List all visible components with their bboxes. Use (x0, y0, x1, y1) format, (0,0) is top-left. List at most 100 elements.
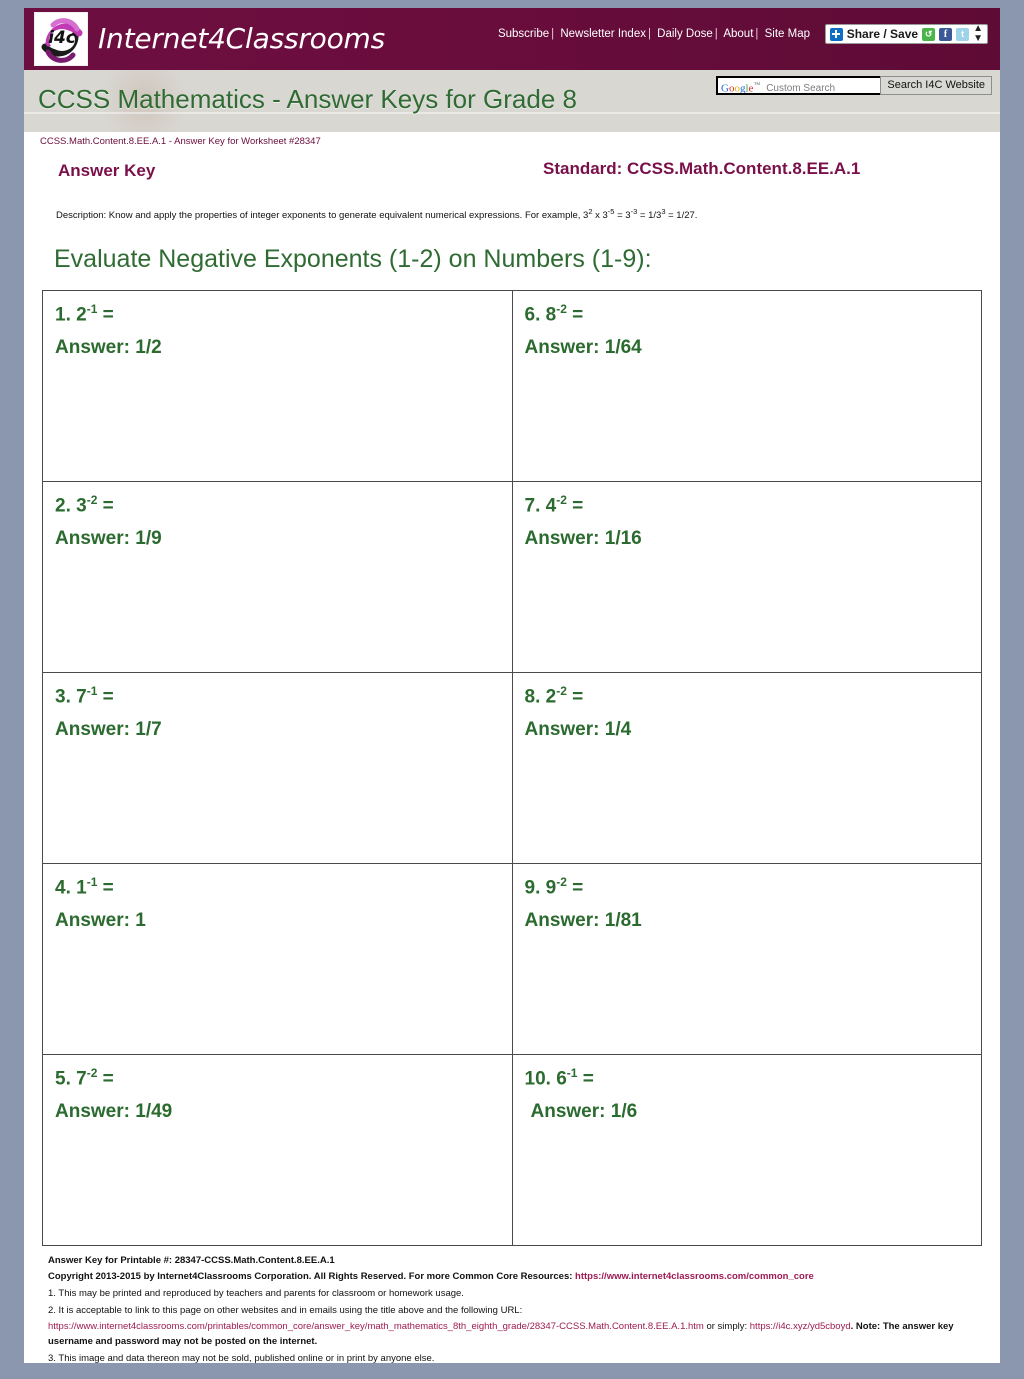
brand-name: Internet4Classrooms (98, 22, 385, 55)
worksheet-title: Evaluate Negative Exponents (1-2) on Num… (54, 244, 652, 273)
problem-exponent: -2 (556, 301, 567, 316)
answer-value: 1/9 (135, 527, 162, 549)
answer-key-header-row: Answer Key Standard: CCSS.Math.Content.8… (38, 153, 986, 193)
page-root: i4c Internet4Classrooms Subscribe | Newsl… (0, 0, 1024, 1379)
footer-note-2-detail: https://www.internet4classrooms.com/prin… (48, 1320, 982, 1349)
problem-base: 8 (545, 303, 557, 325)
share-save-widget[interactable]: Share / Save ↺ f t ▲ ▼ (824, 24, 988, 44)
plus-square-icon (829, 27, 843, 41)
problem-answer: Answer: 1/7 (55, 718, 512, 741)
problem-question: 9. 9-2 = (524, 874, 982, 899)
problem-equals: = (102, 876, 114, 898)
description-mid-1: x 3 (592, 210, 608, 222)
nav-separator: | (551, 28, 555, 40)
table-row: 5. 7-2 = Answer: 1/49 10. 6-1 = Answer: … (42, 1053, 982, 1246)
answer-label: Answer: (55, 909, 130, 931)
standard-description: Description: Know and apply the properti… (38, 193, 986, 223)
problem-cell-10: 10. 6-1 = Answer: 1/6 (511, 1053, 982, 1246)
problem-exponent: -2 (556, 492, 567, 507)
answer-label: Answer: (55, 718, 130, 740)
answer-value: 1/64 (604, 336, 642, 358)
site-header: i4c Internet4Classrooms Subscribe | Newsl… (24, 8, 1000, 70)
problem-answer: Answer: 1/2 (55, 336, 512, 359)
problem-exponent: -2 (556, 683, 567, 698)
problem-answer: Answer: 1/4 (524, 718, 982, 741)
answer-label: Answer: (524, 718, 600, 740)
answer-label: Answer: (55, 1100, 130, 1122)
answer-value: 1/2 (135, 336, 162, 358)
document-content: CCSS.Math.Content.8.EE.A.1 - Answer Key … (24, 132, 1000, 1363)
problem-exponent: -2 (86, 492, 98, 507)
nav-link-about[interactable]: About (723, 28, 753, 40)
logo-text: i4c (48, 28, 76, 48)
twitter-icon[interactable]: t (956, 27, 970, 41)
footer-note-1: 1. This may be printed and reproduced by… (48, 1287, 464, 1299)
problem-answer: Answer: 1 (55, 909, 512, 932)
table-row: 4. 1-1 = Answer: 1 9. 9-2 = Answer: 1/81 (42, 862, 982, 1055)
problem-equals: = (102, 303, 114, 325)
nav-separator: | (755, 28, 759, 40)
nav-link-site-map[interactable]: Site Map (765, 28, 810, 40)
standard-label: Standard: CCSS.Math.Content.8.EE.A.1 (543, 159, 861, 178)
problem-number: 5. (55, 1067, 71, 1089)
problem-equals: = (572, 303, 584, 325)
problem-question: 8. 2-2 = (524, 683, 982, 708)
facebook-icon[interactable]: f (939, 27, 953, 41)
footer-note-3: 3. This image and data thereon may not b… (48, 1352, 435, 1363)
problem-question: 2. 3-2 = (55, 492, 512, 517)
answer-value: 1 (135, 909, 146, 931)
problem-answer: Answer: 1/49 (55, 1100, 512, 1123)
i4c-logo[interactable]: i4c (34, 12, 88, 66)
problem-exponent: -1 (86, 301, 98, 316)
problem-answer: Answer: 1/6 (525, 1101, 982, 1123)
problem-equals: = (102, 685, 114, 707)
description-mid-2: = 3 (614, 210, 631, 222)
problem-exponent: -2 (556, 874, 567, 889)
answer-value: 1/4 (604, 718, 632, 740)
table-row: 3. 7-1 = Answer: 1/7 8. 2-2 = Answer: 1/… (42, 671, 982, 864)
footer-note-2-mid: or simply: (703, 1321, 750, 1333)
search-placeholder: Custom Search (766, 83, 836, 95)
nav-link-newsletter-index[interactable]: Newsletter Index (560, 28, 646, 40)
table-row: 1. 2-1 = Answer: 1/2 6. 8-2 = Answer: 1/… (42, 289, 982, 482)
problem-answer: Answer: 1/81 (525, 910, 982, 932)
printable-id-line: Answer Key for Printable #: 28347-CCSS.M… (48, 1254, 335, 1266)
problem-exponent: -1 (86, 874, 98, 889)
problem-question: 1. 2-1 = (55, 301, 512, 326)
description-mid-3: = 1/3 (637, 210, 662, 222)
answer-label: Answer: (55, 336, 130, 358)
share-save-label: Share / Save (846, 27, 919, 41)
problem-answer: Answer: 1/9 (55, 527, 512, 550)
problem-question: 5. 7-2 = (55, 1066, 512, 1090)
top-navigation: Subscribe | Newsletter Index | Daily Dose |… (498, 28, 810, 40)
problem-equals: = (572, 685, 584, 707)
updown-arrows-icon[interactable]: ▲ ▼ (973, 24, 983, 44)
search-input[interactable]: Google™ Custom Search (716, 76, 894, 95)
problem-exponent: -1 (566, 1065, 578, 1080)
nav-link-subscribe[interactable]: Subscribe (498, 28, 549, 40)
problem-equals: = (102, 494, 114, 516)
description-prefix: Description: Know and apply the properti… (56, 210, 589, 222)
short-url-link[interactable]: https://i4c.xyz/yd5cboyd (750, 1321, 851, 1332)
common-core-link[interactable]: https://www.internet4classrooms.com/comm… (575, 1271, 814, 1282)
addthis-icon[interactable]: ↺ (922, 27, 936, 41)
problem-cell-4: 4. 1-1 = Answer: 1 (42, 862, 513, 1055)
problem-equals: = (582, 1067, 594, 1089)
problem-base: 7 (76, 685, 87, 707)
google-tm: ™ (753, 82, 761, 89)
problem-question: 6. 8-2 = (525, 301, 982, 326)
answer-label: Answer: (524, 336, 600, 358)
printable-url-link[interactable]: https://www.internet4classrooms.com/prin… (48, 1321, 704, 1332)
nav-separator: | (647, 28, 651, 40)
search-button[interactable]: Search I4C Website (880, 76, 992, 95)
problem-number: 9. (524, 876, 541, 898)
problem-base: 2 (76, 303, 87, 325)
problem-question: 10. 6-1 = (525, 1065, 982, 1090)
problem-cell-7: 7. 4-2 = Answer: 1/16 (511, 480, 982, 673)
problem-number: 8. (524, 685, 541, 707)
breadcrumb: CCSS.Math.Content.8.EE.A.1 - Answer Key … (40, 136, 321, 147)
problem-cell-3: 3. 7-1 = Answer: 1/7 (42, 671, 513, 864)
nav-link-daily-dose[interactable]: Daily Dose (657, 28, 713, 40)
problem-question: 4. 1-1 = (55, 874, 512, 899)
problem-cell-5: 5. 7-2 = Answer: 1/49 (42, 1053, 513, 1246)
